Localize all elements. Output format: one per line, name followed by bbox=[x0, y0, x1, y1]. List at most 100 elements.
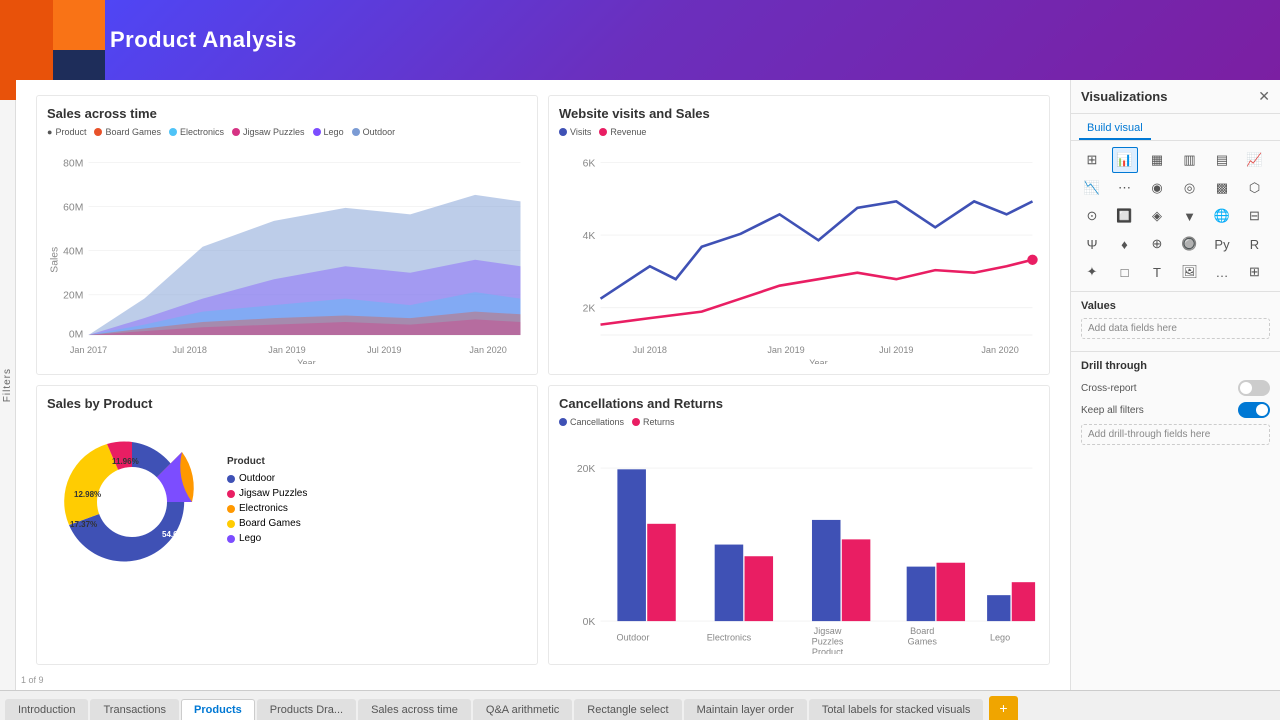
viz-icon-stacked-bar[interactable]: ▦ bbox=[1144, 147, 1170, 173]
cross-report-row: Cross-report bbox=[1081, 380, 1270, 396]
svg-text:0M: 0M bbox=[69, 330, 83, 341]
svg-text:Jigsaw: Jigsaw bbox=[814, 626, 842, 636]
viz-icon-grid: ⊞ 📊 ▦ ▥ ▤ 📈 📉 ⋯ ◉ ◎ ▩ ⬡ ⊙ 🔲 ◈ ▼ 🌐 ⊟ Ψ ♦ … bbox=[1071, 141, 1280, 292]
svg-text:60M: 60M bbox=[63, 202, 83, 213]
pie-svg: 11.96% 12.98% 54.67% 17.37% bbox=[52, 422, 212, 582]
viz-icon-more[interactable]: … bbox=[1209, 259, 1235, 285]
cross-report-label: Cross-report bbox=[1081, 383, 1137, 394]
sales-across-time-chart[interactable]: Sales across time ● Product Board Games … bbox=[36, 95, 538, 375]
website-visits-svg: 6K 4K 2K Jul 2018 Jan 2019 Ju bbox=[559, 143, 1039, 364]
viz-icon-image[interactable]: 🖼 bbox=[1177, 259, 1203, 285]
viz-icon-line[interactable]: 📈 bbox=[1242, 147, 1268, 173]
viz-icon-scatter[interactable]: ⋯ bbox=[1112, 175, 1138, 201]
viz-icon-ribbon[interactable]: ♦ bbox=[1112, 231, 1138, 257]
legend-electronics: Electronics bbox=[169, 127, 224, 137]
tab-qa-arithmetic[interactable]: Q&A arithmetic bbox=[473, 699, 572, 720]
svg-text:Jul 2018: Jul 2018 bbox=[633, 345, 667, 355]
viz-icon-bar[interactable]: 📊 bbox=[1112, 147, 1138, 173]
tab-products-dra[interactable]: Products Dra... bbox=[257, 699, 356, 720]
page-number: 1 of 9 bbox=[21, 675, 44, 685]
svg-text:12.98%: 12.98% bbox=[74, 490, 101, 499]
svg-text:80M: 80M bbox=[63, 158, 83, 169]
viz-icon-table[interactable]: ⊞ bbox=[1079, 147, 1105, 173]
tab-transactions[interactable]: Transactions bbox=[90, 699, 179, 720]
viz-icon-card[interactable]: 🔲 bbox=[1112, 203, 1138, 229]
svg-text:Outdoor: Outdoor bbox=[617, 633, 650, 643]
filter-strip[interactable]: Filters bbox=[0, 80, 16, 690]
viz-icon-waterfall[interactable]: Ψ bbox=[1079, 231, 1105, 257]
svg-text:Jan 2019: Jan 2019 bbox=[268, 345, 305, 355]
viz-panel-header: Visualizations ✕ bbox=[1071, 80, 1280, 114]
viz-icon-treemap[interactable]: ▩ bbox=[1209, 175, 1235, 201]
keep-filters-row: Keep all filters bbox=[1081, 402, 1270, 418]
keep-filters-toggle[interactable] bbox=[1238, 402, 1270, 418]
viz-icon-custom[interactable]: ⊞ bbox=[1242, 259, 1268, 285]
drill-section: Drill through Cross-report Keep all filt… bbox=[1071, 351, 1280, 453]
svg-text:Jul 2019: Jul 2019 bbox=[367, 345, 401, 355]
add-tab-button[interactable]: + bbox=[989, 696, 1017, 720]
sales-by-product-title: Sales by Product bbox=[47, 396, 527, 411]
legend-outdoor: Outdoor bbox=[352, 127, 396, 137]
legend-visits: Visits bbox=[559, 127, 591, 137]
sales-across-time-title: Sales across time bbox=[47, 106, 527, 121]
svg-text:17.37%: 17.37% bbox=[70, 520, 97, 529]
filter-label: Filters bbox=[2, 368, 13, 402]
svg-text:Product: Product bbox=[812, 647, 844, 654]
legend-lego: Lego bbox=[313, 127, 344, 137]
legend-jigsaw: Jigsaw Puzzles bbox=[232, 127, 305, 137]
viz-icon-shape[interactable]: □ bbox=[1112, 259, 1138, 285]
svg-text:Jan 2017: Jan 2017 bbox=[70, 345, 107, 355]
svg-text:11.96%: 11.96% bbox=[112, 457, 139, 466]
viz-icon-r[interactable]: R bbox=[1242, 231, 1268, 257]
viz-icon-qa[interactable]: 🔘 bbox=[1177, 231, 1203, 257]
tab-total-labels[interactable]: Total labels for stacked visuals bbox=[809, 699, 984, 720]
sales-by-product-chart[interactable]: Sales by Product bbox=[36, 385, 538, 665]
viz-icon-pie[interactable]: ◉ bbox=[1144, 175, 1170, 201]
viz-tabs: Build visual bbox=[1071, 114, 1280, 141]
tab-maintain-layer[interactable]: Maintain layer order bbox=[684, 699, 807, 720]
legend-revenue: Revenue bbox=[599, 127, 646, 137]
pie-container: 11.96% 12.98% 54.67% 17.37% Product Outd… bbox=[47, 417, 527, 587]
tab-introduction[interactable]: Introduction bbox=[5, 699, 88, 720]
viz-icon-ai[interactable]: ✦ bbox=[1079, 259, 1105, 285]
viz-panel-close-button[interactable]: ✕ bbox=[1258, 88, 1270, 105]
svg-text:Games: Games bbox=[908, 636, 938, 646]
viz-icon-kpi[interactable]: ◈ bbox=[1144, 203, 1170, 229]
viz-panel-title: Visualizations bbox=[1081, 89, 1167, 104]
website-visits-chart[interactable]: Website visits and Sales Visits Revenue … bbox=[548, 95, 1050, 375]
website-visits-title: Website visits and Sales bbox=[559, 106, 1039, 121]
values-placeholder[interactable]: Add data fields here bbox=[1081, 318, 1270, 339]
svg-text:54.67%: 54.67% bbox=[162, 530, 189, 539]
cross-report-knob bbox=[1240, 382, 1252, 394]
bottom-tabs: Introduction Transactions Products Produ… bbox=[0, 690, 1280, 720]
tab-rectangle-select[interactable]: Rectangle select bbox=[574, 699, 681, 720]
viz-icon-text[interactable]: T bbox=[1144, 259, 1170, 285]
viz-icon-clustered[interactable]: ▤ bbox=[1209, 147, 1235, 173]
tab-products[interactable]: Products bbox=[181, 699, 255, 720]
svg-text:Jul 2019: Jul 2019 bbox=[879, 345, 913, 355]
cross-report-toggle[interactable] bbox=[1238, 380, 1270, 396]
legend-boardgames: Board Games bbox=[94, 127, 161, 137]
svg-text:4K: 4K bbox=[583, 231, 596, 242]
viz-icon-matrix[interactable]: ⊟ bbox=[1242, 203, 1268, 229]
viz-icon-decomp[interactable]: ⊕ bbox=[1144, 231, 1170, 257]
viz-icon-donut[interactable]: ◎ bbox=[1177, 175, 1203, 201]
viz-icon-slicer[interactable]: ▼ bbox=[1177, 203, 1203, 229]
viz-icon-map[interactable]: 🌐 bbox=[1209, 203, 1235, 229]
cancellations-returns-chart[interactable]: Cancellations and Returns Cancellations … bbox=[548, 385, 1050, 665]
svg-text:Puzzles: Puzzles bbox=[812, 636, 844, 646]
svg-text:20K: 20K bbox=[577, 464, 596, 475]
legend-returns: Returns bbox=[632, 417, 675, 427]
viz-icon-area[interactable]: 📉 bbox=[1079, 175, 1105, 201]
viz-icon-funnel[interactable]: ⬡ bbox=[1242, 175, 1268, 201]
svg-text:Jan 2020: Jan 2020 bbox=[981, 345, 1018, 355]
pie-item-jigsaw: Jigsaw Puzzles bbox=[227, 488, 307, 499]
add-drill-fields[interactable]: Add drill-through fields here bbox=[1081, 424, 1270, 445]
build-visual-tab[interactable]: Build visual bbox=[1079, 118, 1151, 140]
viz-icon-python[interactable]: Py bbox=[1209, 231, 1235, 257]
viz-icon-gauge[interactable]: ⊙ bbox=[1079, 203, 1105, 229]
viz-icon-100-bar[interactable]: ▥ bbox=[1177, 147, 1203, 173]
drill-title: Drill through bbox=[1081, 360, 1270, 372]
logo-cell-1 bbox=[0, 0, 53, 50]
tab-sales-across-time[interactable]: Sales across time bbox=[358, 699, 471, 720]
